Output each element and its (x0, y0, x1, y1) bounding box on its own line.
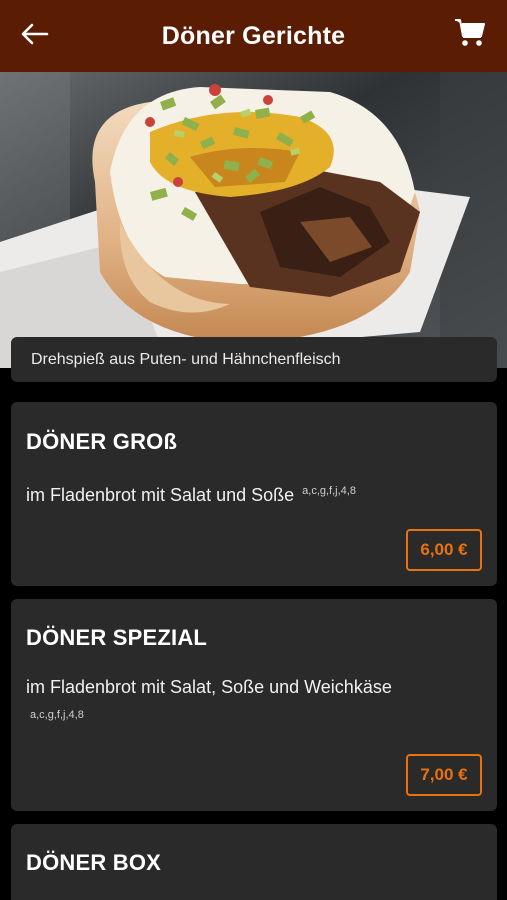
page-title: Döner Gerichte (161, 21, 346, 50)
price-button[interactable]: 6,00 € (406, 529, 482, 571)
menu-item-doener-gross[interactable]: DÖNER GROß im Fladenbrot mit Salat und S… (11, 402, 497, 586)
category-description: Drehspieß aus Puten- und Hähnchenfleisch (11, 337, 497, 382)
app-header: Döner Gerichte (0, 0, 507, 72)
item-description: im Fladenbrot mit Salat, Soße und Weichk… (26, 677, 392, 697)
item-name: DÖNER BOX (26, 850, 162, 875)
item-allergens: a,c,g,f,j,4,8 (30, 709, 84, 721)
item-name: DÖNER SPEZIAL (26, 625, 208, 650)
cart-icon (454, 18, 486, 53)
item-allergens: a,c,g,f,j,4,8 (302, 485, 356, 497)
cart-button[interactable] (451, 16, 489, 54)
menu-item-doener-box[interactable]: DÖNER BOX (11, 824, 497, 900)
back-button[interactable] (16, 18, 52, 54)
item-description: im Fladenbrot mit Salat und Soße a,c,g,f,… (26, 485, 356, 505)
hero-food-image (0, 72, 507, 368)
menu-item-doener-spezial[interactable]: DÖNER SPEZIAL im Fladenbrot mit Salat, S… (11, 599, 497, 811)
item-name: DÖNER GROß (26, 429, 178, 454)
price-button[interactable]: 7,00 € (406, 754, 482, 796)
arrow-left-icon (19, 22, 49, 51)
